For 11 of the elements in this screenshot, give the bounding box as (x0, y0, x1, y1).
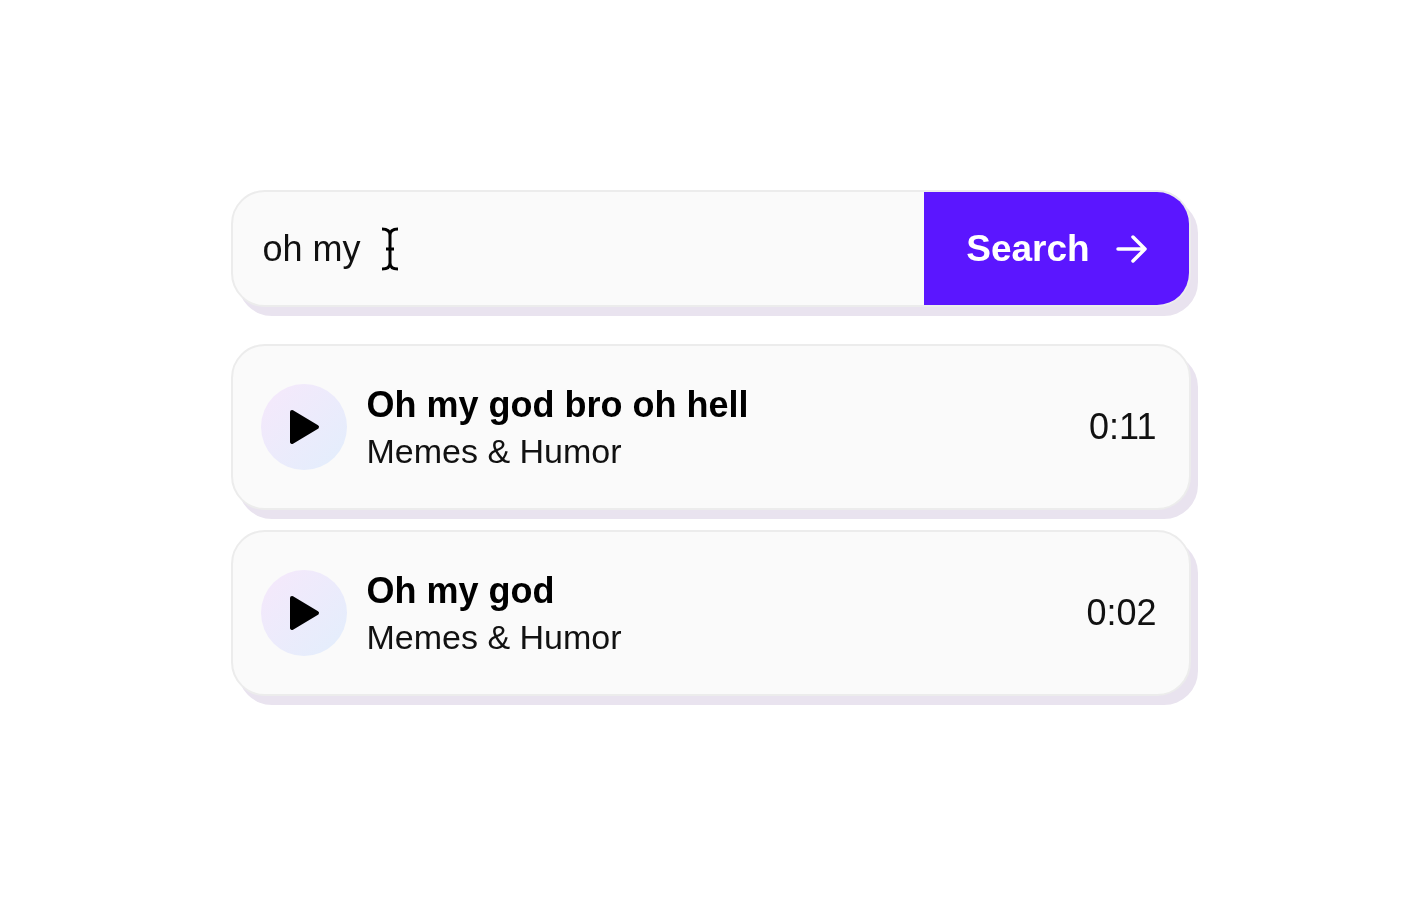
result-category: Memes & Humor (366, 617, 623, 657)
arrow-right-icon (1115, 233, 1148, 264)
result-title: Oh my god bro oh hell (366, 383, 750, 426)
result-duration: 0:11 (1089, 406, 1157, 448)
play-icon (287, 594, 320, 632)
search-button[interactable]: Search (923, 192, 1189, 305)
result-duration: 0:02 (1086, 592, 1157, 634)
result-title: Oh my god (366, 569, 556, 612)
play-icon (287, 408, 320, 446)
result-category: Memes & Humor (366, 431, 623, 471)
search-field[interactable]: oh my (262, 227, 373, 270)
